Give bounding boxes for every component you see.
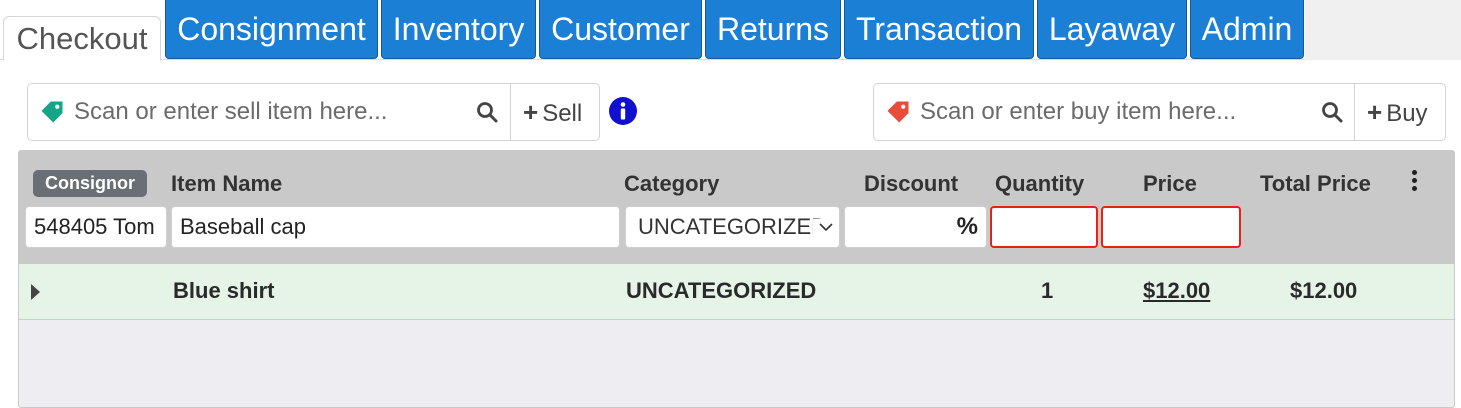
row-total-price: $12.00 xyxy=(1290,278,1358,303)
chevron-down-icon xyxy=(813,219,839,235)
consignor-field[interactable]: 548405 Tom xyxy=(25,206,167,248)
quantity-field[interactable] xyxy=(990,206,1098,248)
tab-returns[interactable]: Returns xyxy=(705,0,841,59)
row-item-name: Blue shirt xyxy=(173,278,275,303)
tab-inventory[interactable]: Inventory xyxy=(381,0,536,59)
sell-tag-icon xyxy=(41,101,63,123)
tab-admin[interactable]: Admin xyxy=(1190,0,1304,59)
consignor-header-badge: Consignor xyxy=(33,170,147,197)
tab-checkout[interactable]: Checkout xyxy=(3,16,161,61)
price-header: Price xyxy=(1143,171,1197,196)
row-quantity: 1 xyxy=(1041,278,1054,303)
plus-icon: + xyxy=(523,97,539,127)
category-select[interactable]: UNCATEGORIZED xyxy=(625,206,840,248)
buy-scan-group: +Buy xyxy=(873,83,1446,141)
total-price-header: Total Price xyxy=(1260,171,1371,196)
buy-item-input[interactable] xyxy=(918,92,1318,132)
item-name-header: Item Name xyxy=(171,171,283,196)
discount-field[interactable]: % xyxy=(844,206,987,248)
checkout-grid: Consignor Item Name Category Discount Qu… xyxy=(18,150,1455,408)
expand-caret-icon[interactable] xyxy=(31,284,40,300)
sell-item-input[interactable] xyxy=(72,92,472,132)
row-category: UNCATEGORIZED xyxy=(626,278,817,303)
buy-button-label: Buy xyxy=(1386,100,1428,127)
buy-button[interactable]: + Buy xyxy=(1354,84,1446,140)
sell-button[interactable]: + Sell xyxy=(510,84,600,140)
percent-icon: % xyxy=(956,213,978,240)
buy-search-icon[interactable] xyxy=(1320,100,1344,124)
category-select-value: UNCATEGORIZED xyxy=(638,214,828,239)
category-header: Category xyxy=(624,171,720,196)
item-name-field[interactable]: Baseball cap xyxy=(171,206,620,248)
main-tabbar: Checkout Consignment Inventory Customer … xyxy=(0,0,1461,61)
tabbar-filler xyxy=(1305,0,1461,60)
column-menu-icon[interactable] xyxy=(1409,170,1419,194)
discount-header: Discount xyxy=(864,171,959,196)
tab-consignment[interactable]: Consignment xyxy=(165,0,378,59)
buy-tag-icon xyxy=(887,101,909,123)
tab-layaway[interactable]: Layaway xyxy=(1037,0,1187,59)
sell-scan-group: +Sell xyxy=(27,83,600,141)
table-row[interactable]: Blue shirt UNCATEGORIZED 1 $12.00 $12.00 xyxy=(19,264,1454,320)
info-icon[interactable] xyxy=(608,96,638,126)
plus-icon: + xyxy=(1367,97,1383,127)
price-field[interactable] xyxy=(1101,206,1241,248)
row-price-link[interactable]: $12.00 xyxy=(1143,278,1210,304)
tab-customer[interactable]: Customer xyxy=(539,0,702,59)
grid-header: Consignor Item Name Category Discount Qu… xyxy=(19,151,1454,264)
sell-button-label: Sell xyxy=(542,100,583,127)
sell-search-icon[interactable] xyxy=(475,100,499,124)
quantity-header: Quantity xyxy=(995,171,1085,196)
tab-transaction[interactable]: Transaction xyxy=(844,0,1034,59)
